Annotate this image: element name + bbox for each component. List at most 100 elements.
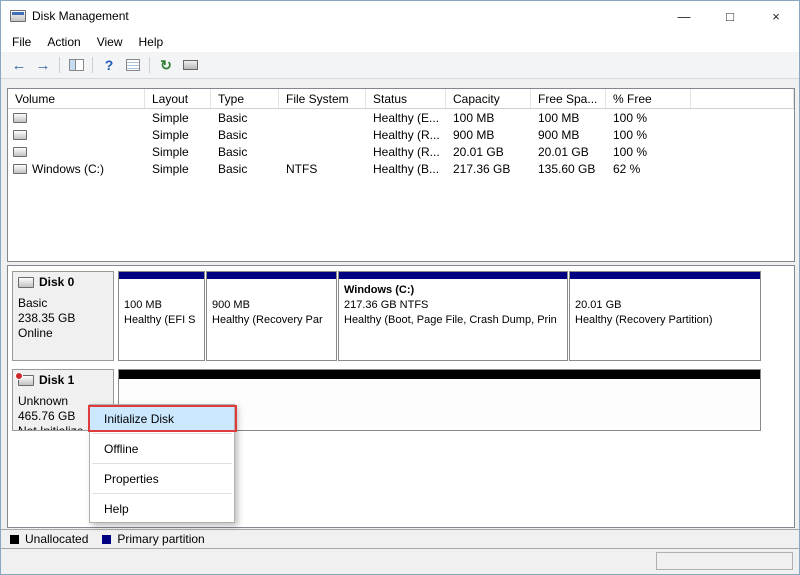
cell-status: Healthy (E...	[373, 110, 440, 125]
menu-action[interactable]: Action	[39, 32, 88, 52]
disk0-header[interactable]: Disk 0 Basic 238.35 GB Online	[12, 271, 114, 361]
cell-type: Basic	[218, 110, 248, 125]
rescan-disks-icon	[182, 60, 198, 70]
disk-management-app-icon	[10, 10, 26, 22]
partition-status: Healthy (Recovery Par	[212, 314, 323, 326]
help-button[interactable]	[98, 54, 120, 76]
disk-icon	[15, 371, 34, 386]
rescan-disks-button[interactable]	[179, 54, 201, 76]
cell-layout: Simple	[152, 110, 189, 125]
column-header-capacity[interactable]: Capacity	[446, 89, 531, 108]
cell-volume	[8, 129, 145, 140]
cell-capacity: 900 MB	[453, 127, 495, 142]
disk0-size: 238.35 GB	[18, 311, 76, 325]
column-header-free-space[interactable]: Free Spa...	[531, 89, 606, 108]
column-header-file-system[interactable]: File System	[279, 89, 366, 108]
toolbar-separator	[92, 57, 93, 73]
cell-capacity: 20.01 GB	[453, 144, 504, 159]
unallocated-stripe	[119, 370, 760, 379]
partition-size: 20.01 GB	[575, 299, 622, 311]
cell-type: Basic	[218, 161, 248, 176]
primary-partition-stripe	[570, 272, 760, 279]
menu-file[interactable]: File	[4, 32, 39, 52]
cell-free-space: 900 MB	[538, 127, 580, 142]
primary-partition-stripe	[207, 272, 336, 279]
partition-recovery-2[interactable]: 20.01 GB Healthy (Recovery Partition)	[569, 271, 761, 361]
cell-type: Basic	[218, 127, 248, 142]
menu-separator	[92, 433, 232, 434]
partition-size: 900 MB	[212, 299, 250, 311]
cell-status: Healthy (B...	[373, 161, 440, 176]
cell-capacity: 100 MB	[453, 110, 495, 125]
close-button[interactable]: ×	[753, 1, 799, 31]
forward-button[interactable]	[32, 54, 54, 76]
cell-layout: Simple	[152, 144, 189, 159]
partition-size: 217.36 GB NTFS	[344, 299, 429, 311]
context-menu-item-help[interactable]: Help	[90, 497, 234, 520]
help-icon	[105, 57, 114, 73]
forward-arrow-icon	[36, 57, 51, 74]
column-header-volume[interactable]: Volume	[8, 89, 145, 108]
context-menu-item-offline[interactable]: Offline	[90, 437, 234, 460]
show-action-pane-button[interactable]	[122, 54, 144, 76]
disk0-status: Online	[18, 326, 53, 340]
column-header-status[interactable]: Status	[366, 89, 446, 108]
context-menu-item-initialize-disk[interactable]: Initialize Disk	[90, 407, 234, 430]
action-pane-icon	[126, 59, 140, 71]
status-panel	[656, 552, 793, 570]
table-row[interactable]: Simple Basic Healthy (R... 20.01 GB 20.0…	[8, 143, 794, 160]
maximize-button[interactable]: □	[707, 1, 753, 31]
disk0-name: Disk 0	[39, 275, 75, 289]
back-button[interactable]	[8, 54, 30, 76]
cell-pct-free: 100 %	[613, 127, 648, 142]
cell-free-space: 20.01 GB	[538, 144, 589, 159]
partition-windows-c[interactable]: Windows (C:) 217.36 GB NTFS Healthy (Boo…	[338, 271, 568, 361]
volume-icon	[13, 146, 27, 157]
partition-size: 100 MB	[124, 299, 162, 311]
context-menu-item-properties[interactable]: Properties	[90, 467, 234, 490]
column-header-pct-free[interactable]: % Free	[606, 89, 691, 108]
volume-list-panel: Volume Layout Type File System Status Ca…	[7, 88, 795, 262]
legend-bar: Unallocated Primary partition	[1, 529, 799, 549]
refresh-icon	[160, 57, 172, 74]
partition-status: Healthy (EFI S	[124, 314, 196, 326]
column-header-type[interactable]: Type	[211, 89, 279, 108]
toolbar	[1, 52, 799, 79]
menu-view[interactable]: View	[89, 32, 131, 52]
cell-volume	[8, 146, 145, 157]
title-bar: Disk Management — □ ×	[1, 1, 799, 31]
disk-icon	[18, 276, 34, 288]
menu-bar: File Action View Help	[1, 31, 799, 52]
table-row[interactable]: Windows (C:) Simple Basic NTFS Healthy (…	[8, 160, 794, 177]
cell-pct-free: 100 %	[613, 110, 648, 125]
table-row[interactable]: Simple Basic Healthy (E... 100 MB 100 MB…	[8, 109, 794, 126]
column-header-layout[interactable]: Layout	[145, 89, 211, 108]
volume-table-header: Volume Layout Type File System Status Ca…	[8, 89, 794, 109]
primary-partition-label: Primary partition	[117, 532, 205, 546]
column-header-empty	[691, 89, 794, 108]
show-console-tree-button[interactable]	[65, 54, 87, 76]
cell-file-system: NTFS	[286, 161, 318, 176]
cell-pct-free: 100 %	[613, 144, 648, 159]
menu-separator	[92, 463, 232, 464]
refresh-button[interactable]	[155, 54, 177, 76]
partition-recovery-1[interactable]: 900 MB Healthy (Recovery Par	[206, 271, 337, 361]
window-controls: — □ ×	[661, 1, 799, 31]
menu-help[interactable]: Help	[131, 32, 172, 52]
primary-partition-stripe	[119, 272, 204, 279]
console-tree-icon	[68, 59, 84, 71]
volume-icon	[13, 163, 27, 174]
minimize-button[interactable]: —	[661, 1, 707, 31]
cell-volume: Windows (C:)	[8, 162, 145, 176]
cell-type: Basic	[218, 144, 248, 159]
table-row[interactable]: Simple Basic Healthy (R... 900 MB 900 MB…	[8, 126, 794, 143]
unallocated-swatch	[10, 534, 19, 544]
menu-separator	[92, 493, 232, 494]
unallocated-label: Unallocated	[25, 532, 89, 546]
toolbar-separator	[149, 57, 150, 73]
partition-efi[interactable]: 100 MB Healthy (EFI S	[118, 271, 205, 361]
cell-capacity: 217.36 GB	[453, 161, 511, 176]
window-title: Disk Management	[32, 9, 129, 23]
cell-status: Healthy (R...	[373, 127, 440, 142]
cell-layout: Simple	[152, 161, 189, 176]
